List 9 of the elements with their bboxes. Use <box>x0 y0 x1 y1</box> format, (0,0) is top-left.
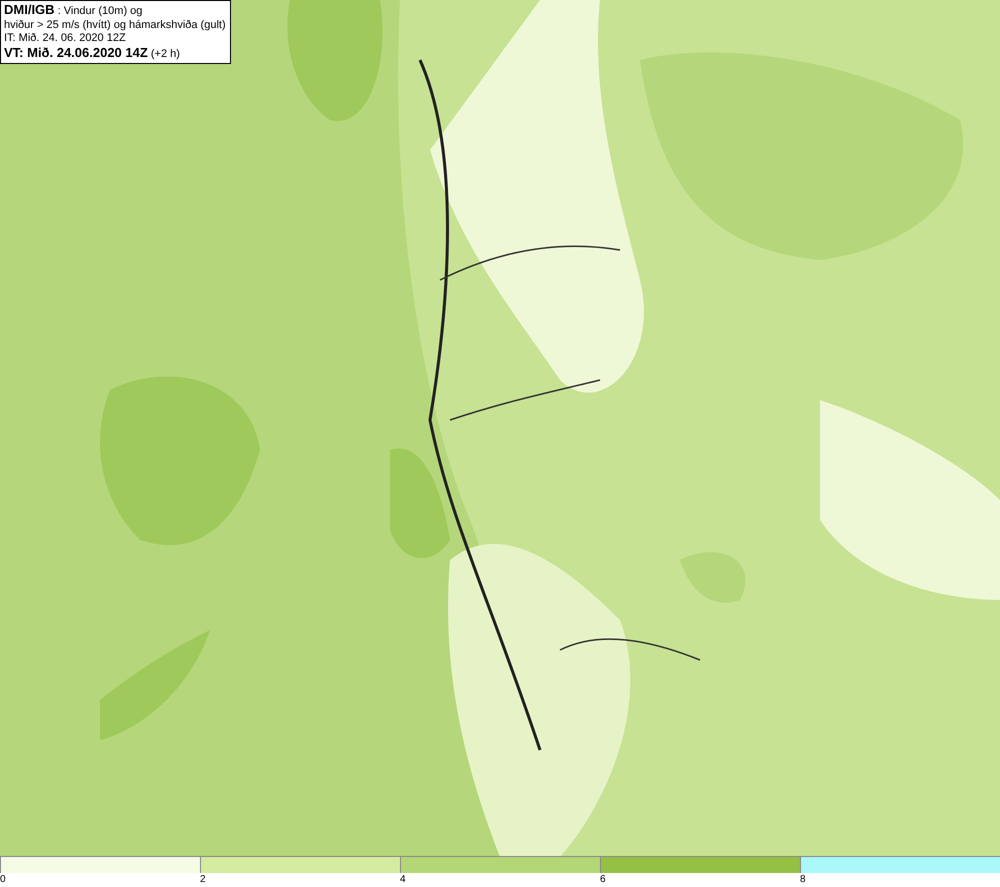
scale-tick-label: 2 <box>200 873 207 887</box>
info-text: DMI/IGB : Vindur (10m) og <box>4 3 144 18</box>
info-text: VT: Mið. 24.06.2020 14Z (+2 h) <box>4 46 181 61</box>
scale-tick-label: 4 <box>400 873 407 887</box>
info-text: IT: Mið. 24. 06. 2020 12Z <box>4 32 127 46</box>
scale-tick-label: 0 <box>0 873 7 887</box>
scale-tick-label: 8 <box>800 873 807 887</box>
scale-tick-label: 6 <box>600 873 607 887</box>
info-text: hviður > 25 m/s (hvítt) og hámarkshviða (gult) <box>4 18 226 32</box>
